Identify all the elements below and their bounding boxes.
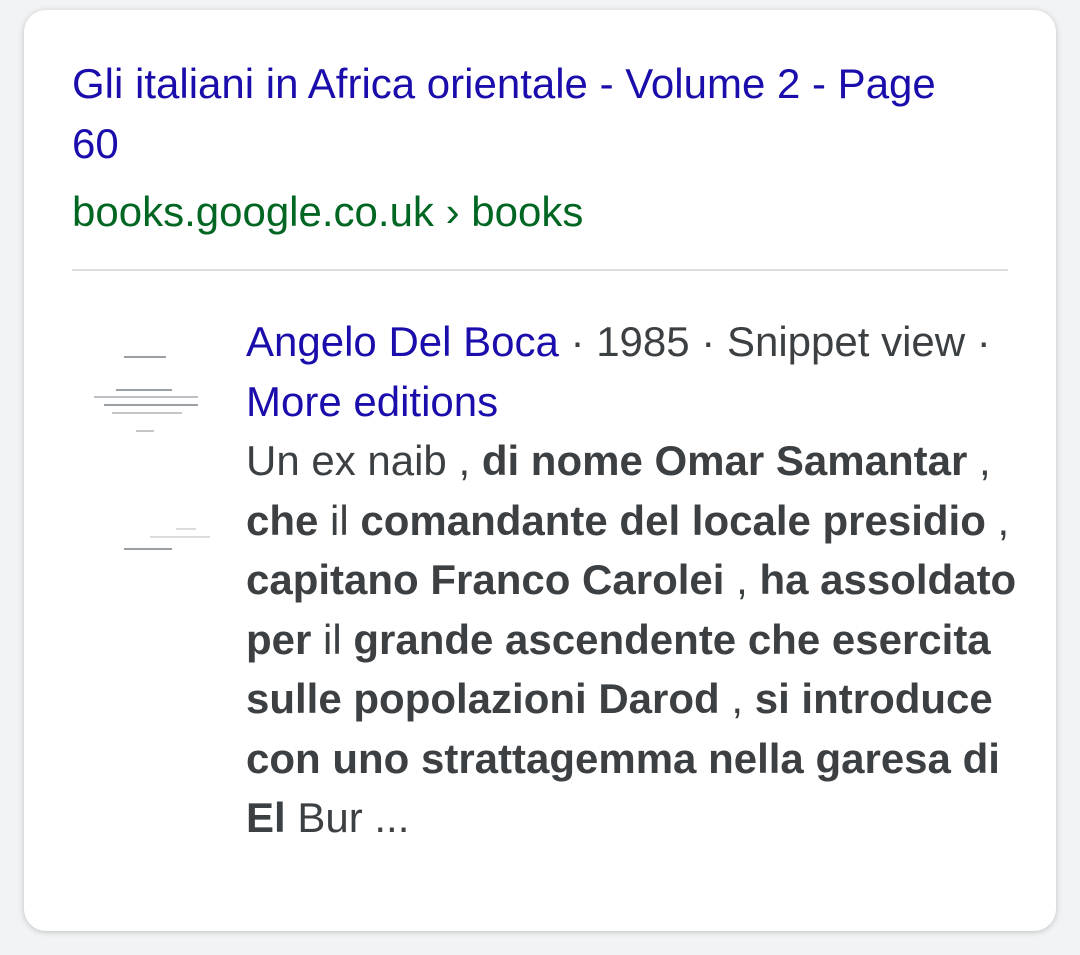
result-snippet: Un ex naib , di nome Omar Samantar , che… bbox=[246, 431, 1026, 848]
snippet-text: il bbox=[318, 496, 361, 544]
snippet-highlight: capitano Franco Carolei bbox=[246, 556, 725, 603]
snippet-text: Bur ... bbox=[285, 794, 410, 841]
snippet-highlight: di nome Omar Samantar bbox=[481, 437, 968, 484]
book-meta-line: Angelo Del Boca · 1985 · Snippet view · … bbox=[246, 312, 1026, 431]
snippet-text: il bbox=[311, 615, 354, 663]
author-link[interactable]: Angelo Del Boca bbox=[246, 318, 559, 365]
snippet-highlight: comandante del locale presidio bbox=[360, 496, 986, 544]
snippet-highlight: che bbox=[246, 496, 319, 544]
book-info: Angelo Del Boca · 1985 · Snippet view · … bbox=[246, 312, 1026, 848]
snippet-text: , bbox=[967, 437, 991, 484]
view-type: Snippet view bbox=[726, 318, 966, 365]
publication-year: 1985 bbox=[596, 318, 690, 365]
search-result-card: Gli italiani in Africa orientale - Volum… bbox=[24, 10, 1056, 931]
meta-separator: · bbox=[965, 318, 991, 365]
snippet-text: , bbox=[985, 496, 1010, 544]
snippet-text: , bbox=[719, 675, 755, 722]
book-cover-thumbnail[interactable] bbox=[86, 338, 216, 568]
meta-separator: · bbox=[689, 318, 727, 365]
snippet-text: Un ex naib , bbox=[246, 437, 482, 484]
more-editions-link[interactable]: More editions bbox=[246, 378, 498, 425]
meta-separator: · bbox=[558, 318, 597, 365]
result-url[interactable]: books.google.co.uk › books bbox=[72, 182, 583, 242]
snippet-text: , bbox=[724, 556, 760, 603]
divider bbox=[72, 269, 1008, 271]
result-title-link[interactable]: Gli italiani in Africa orientale - Volum… bbox=[72, 54, 992, 174]
